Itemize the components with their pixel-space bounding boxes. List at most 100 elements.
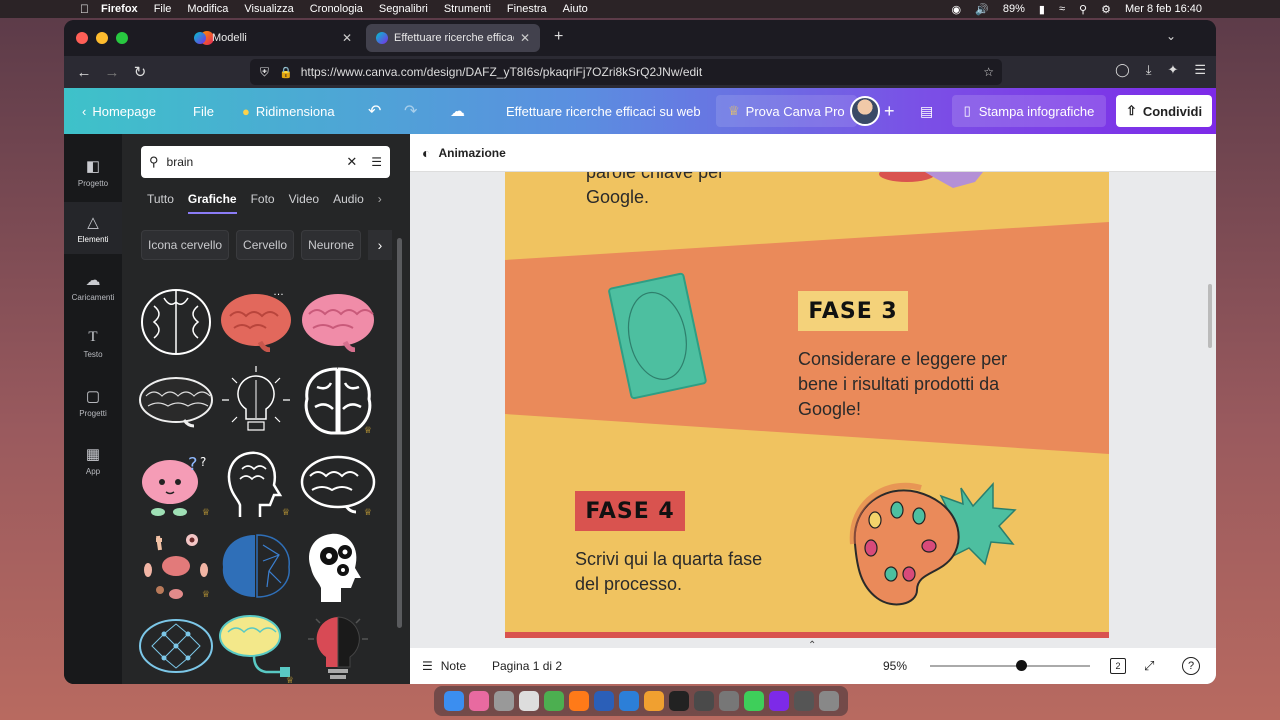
brain-graphic[interactable]: … — [218, 284, 294, 360]
rail-item-progetti[interactable]: ▢ Progetti — [64, 376, 122, 428]
menu-segnalibri[interactable]: Segnalibri — [379, 3, 428, 15]
brain-graphic[interactable]: ♕ — [300, 364, 376, 440]
chips-next-chevron-icon[interactable]: › — [368, 230, 392, 260]
trash-icon[interactable] — [818, 691, 839, 711]
page-indicator[interactable]: Pagina 1 di 2 — [492, 659, 562, 673]
fase3-text[interactable]: Considerare e leggere per bene i risulta… — [798, 347, 1007, 422]
settings-icon[interactable] — [493, 691, 514, 711]
keyboard-icon[interactable] — [793, 691, 814, 711]
filter-sliders-icon[interactable]: ☰ — [371, 155, 382, 169]
rail-item-elementi[interactable]: △ Elementi — [64, 202, 122, 254]
close-tab-icon[interactable]: ✕ — [520, 31, 530, 45]
menubar-datetime[interactable]: Mer 8 feb 16:40 — [1125, 3, 1202, 15]
pocket-icon[interactable]: ◯ — [1115, 62, 1130, 78]
hamburger-menu-icon[interactable]: ☰ — [1194, 62, 1206, 78]
apple-menu-icon[interactable]:  — [80, 2, 89, 16]
menu-app-name[interactable]: Firefox — [101, 3, 138, 15]
homepage-button[interactable]: ‹ Homepage — [82, 104, 156, 119]
zoom-slider-handle[interactable] — [1016, 660, 1027, 671]
document-title[interactable]: Effettuare ricerche efficaci su web — [506, 104, 701, 119]
brain-graphic[interactable] — [218, 528, 294, 604]
tab-grafiche[interactable]: Grafiche — [187, 192, 237, 214]
lock-icon[interactable]: 🔒 — [279, 66, 293, 79]
fase4-text[interactable]: Scrivi qui la quarta fase del processo. — [575, 547, 762, 597]
back-arrow-icon[interactable]: ← — [70, 64, 98, 81]
battery-icon[interactable]: ▮ — [1039, 3, 1045, 16]
tabs-more-chevron-icon[interactable]: › — [378, 192, 382, 214]
search-value[interactable]: brain — [167, 155, 347, 169]
zoom-slider-track[interactable] — [930, 665, 1090, 667]
bookmark-star-icon[interactable]: ☆ — [983, 65, 994, 79]
brain-graphic[interactable] — [300, 284, 376, 360]
help-button[interactable]: ? — [1182, 657, 1200, 675]
address-bar[interactable]: ⛨ 🔒 https://www.canva.com/design/DAFZ_yT… — [250, 59, 1002, 85]
tab-video[interactable]: Video — [289, 192, 319, 214]
rail-item-progetto[interactable]: ◧ Progetto — [64, 146, 122, 198]
avatar[interactable] — [850, 96, 880, 126]
volume-icon[interactable]: 🔊 — [975, 3, 989, 16]
try-canva-pro-button[interactable]: ♕ Prova Canva Pro — [716, 95, 857, 127]
tab-foto[interactable]: Foto — [251, 192, 275, 214]
redo-button[interactable]: ↷ — [404, 101, 417, 121]
finder-icon[interactable] — [443, 691, 464, 711]
shield-icon[interactable]: ⛨ — [260, 65, 269, 80]
canva-icon[interactable] — [768, 691, 789, 711]
sublime-icon[interactable] — [643, 691, 664, 711]
chip-icona-cervello[interactable]: Icona cervello — [141, 230, 230, 260]
firefox-icon[interactable] — [568, 691, 589, 711]
spotlight-icon[interactable]: ⚲ — [1079, 3, 1087, 16]
terminal-icon[interactable] — [668, 691, 689, 711]
search-input[interactable]: ⚲ brain ✕ ☰ — [141, 146, 390, 178]
zoom-window-button[interactable] — [116, 32, 128, 44]
whatsapp-icon[interactable] — [743, 691, 764, 711]
chip-cervello[interactable]: Cervello — [236, 230, 295, 260]
pages-icon[interactable] — [518, 691, 539, 711]
forward-arrow-icon[interactable]: → — [98, 64, 126, 81]
reload-icon[interactable]: ↻ — [126, 63, 154, 81]
add-collaborator-button[interactable]: + — [884, 101, 895, 122]
zoom-percent[interactable]: 95% — [883, 659, 907, 673]
chrome-icon[interactable] — [543, 691, 564, 711]
brain-graphic[interactable]: ♕ — [218, 446, 294, 522]
tab-effettuare-ricerche[interactable]: Effettuare ricerche efficaci su web ✕ — [366, 24, 540, 52]
cloud-save-icon[interactable]: ☁ — [450, 102, 465, 120]
undo-button[interactable]: ↶ — [368, 101, 381, 121]
menu-visualizza[interactable]: Visualizza — [244, 3, 293, 15]
analytics-icon[interactable]: ▤ — [920, 103, 933, 120]
tab-audio[interactable]: Audio — [333, 192, 364, 214]
rail-item-app[interactable]: ▦ App — [64, 434, 122, 486]
fase4-label[interactable]: FASE 4 — [575, 491, 685, 531]
rail-item-testo[interactable]: T Testo — [64, 318, 122, 370]
url-text[interactable]: https://www.canva.com/design/DAFZ_yT8I6s… — [301, 65, 984, 79]
menu-aiuto[interactable]: Aiuto — [563, 3, 588, 15]
brain-graphic[interactable]: ♕ — [138, 528, 214, 604]
clear-search-icon[interactable]: ✕ — [346, 154, 357, 170]
list-tabs-chevron-icon[interactable]: ⌄ — [1166, 29, 1176, 43]
canvas-top-text[interactable]: parole chiave per Google. — [586, 172, 724, 210]
panel-scrollbar[interactable] — [397, 238, 402, 628]
share-button[interactable]: ⇧ Condividi — [1116, 95, 1212, 127]
wifi-icon[interactable]: ≈ — [1059, 3, 1065, 15]
brain-graphic[interactable] — [300, 610, 376, 684]
file-menu-button[interactable]: File — [193, 104, 214, 119]
brain-graphic[interactable] — [300, 528, 376, 604]
brain-graphic[interactable] — [138, 364, 214, 440]
notes-button[interactable]: ☰ Note — [422, 659, 466, 673]
calculator-icon[interactable] — [718, 691, 739, 711]
brain-graphic[interactable]: ?? ♕ — [138, 446, 214, 522]
fullscreen-icon[interactable]: ⤢ — [1144, 658, 1154, 674]
chip-neurone[interactable]: Neurone — [301, 230, 362, 260]
more-options-icon[interactable]: … — [273, 286, 284, 298]
rail-item-caricamenti[interactable]: ☁ Caricamenti — [64, 260, 122, 312]
new-tab-button[interactable]: + — [554, 28, 563, 46]
menu-cronologia[interactable]: Cronologia — [310, 3, 363, 15]
fase3-label[interactable]: FASE 3 — [798, 291, 908, 331]
xcode-icon[interactable] — [693, 691, 714, 711]
screen-share-icon[interactable]: ◉ — [952, 3, 962, 16]
menu-strumenti[interactable]: Strumenti — [444, 3, 491, 15]
resize-button[interactable]: ● Ridimensiona — [242, 104, 335, 119]
tab-tutto[interactable]: Tutto — [147, 192, 174, 214]
menu-finestra[interactable]: Finestra — [507, 3, 547, 15]
print-infographics-button[interactable]: ▯ Stampa infografiche — [952, 95, 1106, 127]
extensions-icon[interactable]: ✦ — [1167, 62, 1178, 78]
